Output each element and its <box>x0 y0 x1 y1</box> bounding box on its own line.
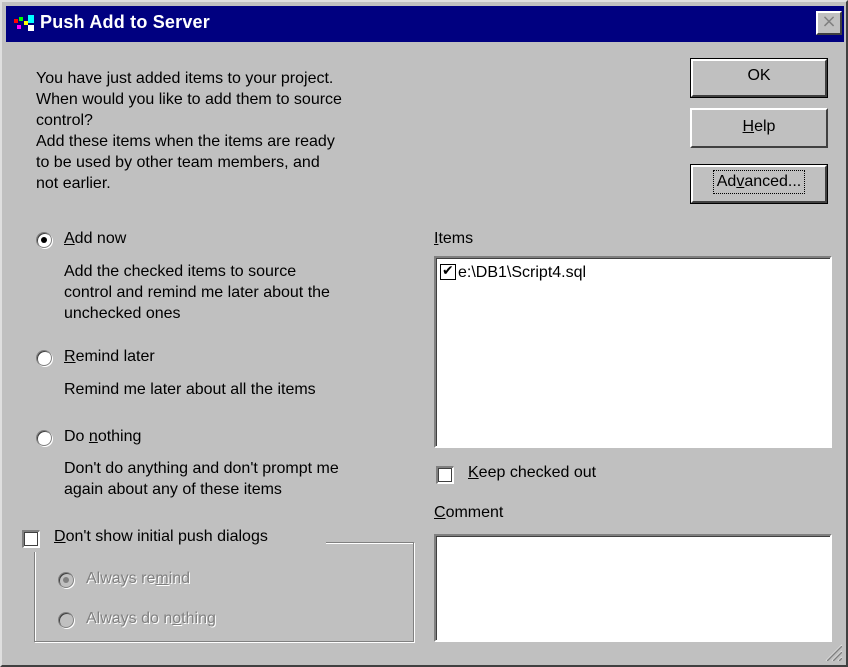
title-bar[interactable]: Push Add to Server × <box>6 6 844 42</box>
ok-button-label: OK <box>747 67 771 84</box>
items-label: Items <box>434 230 474 247</box>
intro-line: You have just added items to your projec… <box>36 70 334 87</box>
advanced-button-label: Advanced... <box>712 170 806 194</box>
always-remind-radio[interactable] <box>58 572 74 588</box>
keep-checked-out-label[interactable]: Keep checked out <box>468 464 596 482</box>
help-button[interactable]: Help <box>690 108 828 148</box>
items-list[interactable]: e:\DB1\Script4.sql <box>434 256 832 448</box>
remind-later-label[interactable]: Remind later <box>64 348 155 366</box>
group-header: Don't show initial push dialogs <box>20 528 326 552</box>
resize-grip-icon[interactable] <box>822 641 842 661</box>
add-now-radio[interactable] <box>36 232 52 248</box>
intro-line: When would you like to add them to sourc… <box>36 91 342 108</box>
app-icon <box>14 15 34 31</box>
intro-line: not earlier. <box>36 175 111 192</box>
comment-field[interactable] <box>434 534 832 642</box>
remind-later-description: Remind me later about all the items <box>64 381 316 398</box>
advanced-button[interactable]: Advanced... <box>690 164 828 204</box>
intro-text: You have just added items to your projec… <box>36 68 426 194</box>
dont-show-push-dialogs-checkbox[interactable] <box>22 530 40 548</box>
close-icon[interactable]: × <box>816 11 842 35</box>
remind-later-radio[interactable] <box>36 350 52 366</box>
item-label: e:\DB1\Script4.sql <box>458 264 587 281</box>
dont-show-push-dialogs-label[interactable]: Don't show initial push dialogs <box>54 528 268 546</box>
keep-checked-out-checkbox[interactable] <box>436 466 454 484</box>
intro-line: Add these items when the items are ready <box>36 133 335 150</box>
intro-line: to be used by other team members, and <box>36 154 320 171</box>
do-nothing-radio[interactable] <box>36 430 52 446</box>
add-now-label[interactable]: Add now <box>64 230 126 248</box>
list-item[interactable]: e:\DB1\Script4.sql <box>440 262 587 282</box>
do-nothing-label[interactable]: Do nothing <box>64 428 141 446</box>
always-do-nothing-radio[interactable] <box>58 612 74 628</box>
always-remind-label[interactable]: Always remind <box>86 570 190 588</box>
do-nothing-description: Don't do anything and don't prompt me ag… <box>64 460 339 498</box>
item-checkbox[interactable] <box>440 262 456 280</box>
window-title: Push Add to Server <box>40 12 210 32</box>
ok-button[interactable]: OK <box>690 58 828 98</box>
add-now-description: Add the checked items to source control … <box>64 263 330 322</box>
always-do-nothing-label[interactable]: Always do nothing <box>86 610 216 628</box>
intro-line: control? <box>36 112 93 129</box>
comment-label: Comment <box>434 504 504 521</box>
push-add-dialog: Push Add to Server × You have just added… <box>0 0 848 667</box>
help-button-label: Help <box>742 118 776 135</box>
